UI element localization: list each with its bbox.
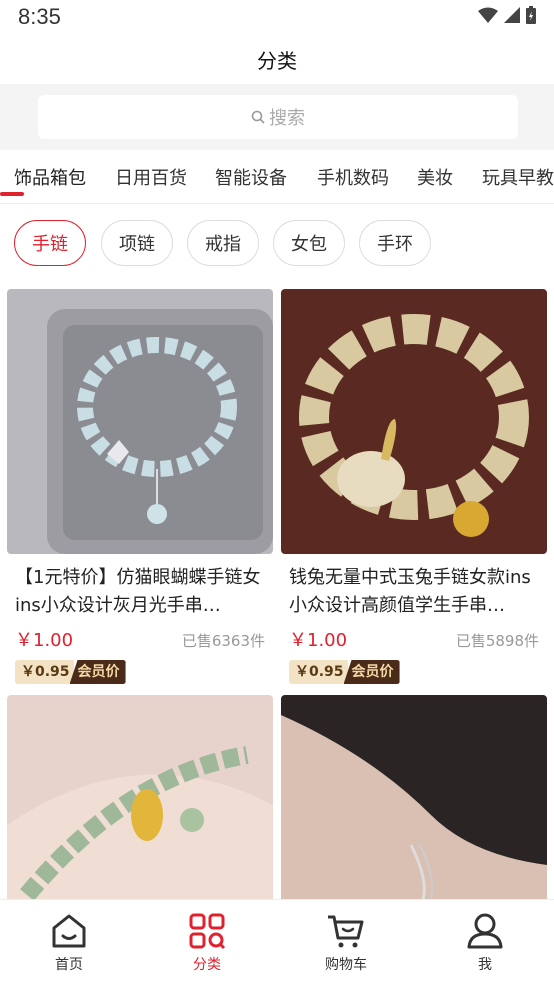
tab-category-5[interactable]: 玩具早教: [482, 164, 554, 190]
tab-category-0[interactable]: 饰品箱包: [14, 164, 86, 190]
user-icon: [467, 913, 503, 949]
nav-label: 首页: [55, 957, 83, 973]
category-icon: [189, 913, 226, 950]
battery-icon: [526, 6, 536, 24]
search-area: 搜索: [0, 84, 554, 150]
category-tabs: 饰品箱包 日用百货 智能设备 手机数码 美妆 玩具早教: [0, 150, 554, 204]
product-image[interactable]: [7, 289, 273, 554]
product-card[interactable]: 【1元特价】仿猫眼蝴蝶手链女ins小众设计灰月光手串… ￥1.00 已售6363…: [7, 289, 273, 684]
nav-item-me[interactable]: 我: [416, 900, 554, 985]
nav-label: 购物车: [325, 957, 367, 973]
product-title: 【1元特价】仿猫眼蝴蝶手链女ins小众设计灰月光手串…: [15, 567, 261, 616]
tab-category-1[interactable]: 日用百货: [115, 164, 187, 190]
search-input[interactable]: 搜索: [38, 95, 518, 139]
status-icons: [478, 6, 536, 24]
tab-category-3[interactable]: 手机数码: [317, 164, 389, 190]
vip-price-badge: ￥0.95 会员价: [7, 660, 273, 684]
nav-label: 分类: [193, 957, 221, 973]
product-card[interactable]: 钱兔无量中式玉兔手链女款ins小众设计高颜值学生手串… ￥1.00 已售5898…: [281, 289, 547, 684]
product-price: ￥1.00: [289, 630, 348, 651]
nav-item-home[interactable]: 首页: [0, 900, 138, 985]
product-image[interactable]: [7, 695, 273, 899]
wifi-icon: [478, 7, 498, 23]
chip-subcategory-1[interactable]: 项链: [101, 220, 173, 266]
vip-label: 会员价: [343, 660, 400, 684]
status-time: 8:35: [18, 4, 61, 29]
subcategory-chips: 手链 项链 戒指 女包 手环: [0, 218, 554, 270]
chip-subcategory-4[interactable]: 手环: [359, 220, 431, 266]
signal-icon: [504, 7, 520, 23]
product-image[interactable]: [281, 289, 547, 554]
vip-price: ￥0.95: [289, 660, 348, 684]
nav-item-cart[interactable]: 购物车: [277, 900, 415, 985]
product-title: 钱兔无量中式玉兔手链女款ins小众设计高颜值学生手串…: [289, 567, 531, 616]
status-bar: 8:35: [0, 0, 554, 34]
page-title: 分类: [257, 48, 297, 73]
product-card[interactable]: [7, 695, 273, 899]
nav-item-category[interactable]: 分类: [138, 900, 276, 985]
home-icon: [52, 914, 86, 948]
product-grid: 【1元特价】仿猫眼蝴蝶手链女ins小众设计灰月光手串… ￥1.00 已售6363…: [0, 289, 554, 899]
search-icon: [251, 110, 265, 124]
chip-subcategory-2[interactable]: 戒指: [187, 220, 259, 266]
active-tab-indicator: [0, 192, 24, 196]
bottom-nav: 首页 分类 购物车 我: [0, 899, 554, 984]
vip-price-badge: ￥0.95 会员价: [281, 660, 547, 684]
sold-count: 已售5898件: [455, 632, 539, 650]
product-card[interactable]: [281, 695, 547, 899]
vip-label: 会员价: [69, 660, 126, 684]
product-price: ￥1.00: [15, 630, 74, 651]
cart-icon: [328, 915, 364, 948]
nav-label: 我: [478, 957, 492, 973]
chip-subcategory-0[interactable]: 手链: [14, 220, 86, 266]
chip-subcategory-3[interactable]: 女包: [273, 220, 345, 266]
product-image[interactable]: [281, 695, 547, 899]
price-row: ￥1.00 已售5898件: [281, 626, 547, 652]
price-row: ￥1.00 已售6363件: [7, 626, 273, 652]
page-title-bar: 分类: [0, 34, 554, 84]
search-placeholder: 搜索: [269, 108, 305, 129]
vip-price: ￥0.95: [15, 660, 74, 684]
tab-category-4[interactable]: 美妆: [417, 164, 453, 190]
tab-category-2[interactable]: 智能设备: [215, 164, 287, 190]
sold-count: 已售6363件: [181, 632, 265, 650]
